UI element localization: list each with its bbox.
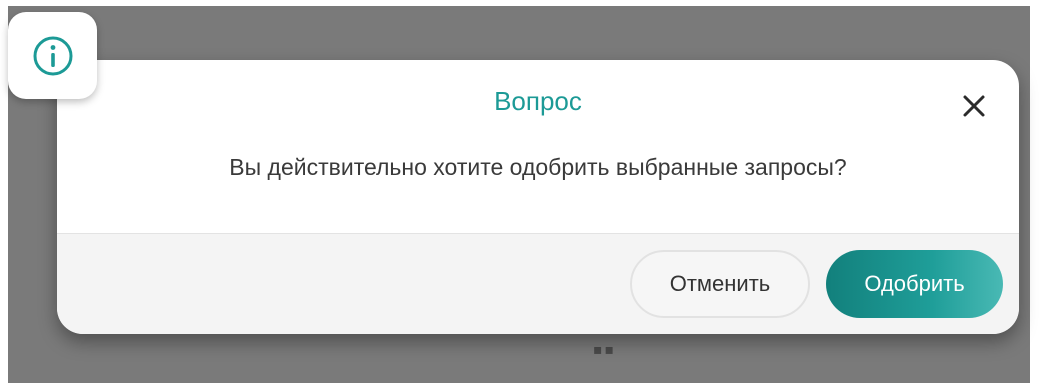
screen: ▪▪ Вопрос Вы действительно хотите одобри… [0,0,1043,383]
close-button[interactable] [952,84,996,128]
close-icon [963,95,985,117]
background-content-fragment: ▪▪ [593,342,616,358]
dialog-message: Вы действительно хотите одобрить выбранн… [229,154,847,180]
info-icon [33,36,72,75]
info-badge [8,12,97,99]
cancel-button[interactable]: Отменить [630,250,810,318]
dialog-footer: Отменить Одобрить [57,233,1019,334]
dialog-title: Вопрос [494,86,582,116]
approve-button[interactable]: Одобрить [826,250,1003,318]
confirm-dialog: Вопрос Вы действительно хотите одобрить … [57,60,1019,334]
